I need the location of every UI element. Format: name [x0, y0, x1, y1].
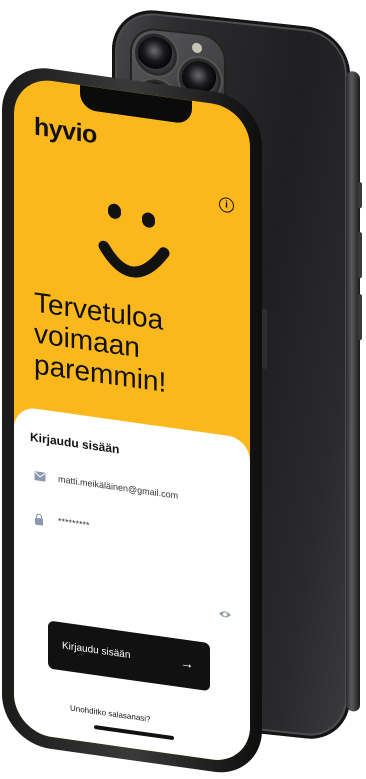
arrow-right-icon: →	[180, 654, 194, 672]
phone-screen: hyvio i Tervetuloa voimaan paremmin! Kir…	[14, 75, 250, 765]
camera-lens	[138, 34, 174, 75]
side-power-button	[262, 308, 267, 370]
password-field[interactable]: *********	[58, 516, 90, 530]
login-button[interactable]: Kirjaudu sisään →	[48, 620, 210, 692]
rear-action-button	[358, 181, 362, 209]
rear-phone-edge	[346, 70, 360, 713]
rear-volume-down-button	[358, 293, 362, 341]
rear-volume-up-button	[358, 231, 362, 279]
camera-flash	[192, 42, 202, 54]
info-icon[interactable]: i	[219, 196, 234, 214]
email-field[interactable]: matti.meikäläinen@gmail.com	[58, 474, 178, 501]
forgot-password-link[interactable]: Unohditko salasanasi?	[70, 704, 151, 724]
login-title: Kirjaudu sisään	[30, 429, 120, 457]
welcome-headline: Tervetuloa voimaan paremmin!	[34, 286, 244, 409]
login-button-label: Kirjaudu sisään	[62, 640, 131, 662]
front-phone: hyvio i Tervetuloa voimaan paremmin! Kir…	[2, 62, 267, 779]
lock-icon	[35, 513, 43, 526]
home-indicator	[94, 724, 174, 741]
notch	[80, 84, 192, 125]
mail-icon	[34, 471, 46, 482]
login-card: Kirjaudu sisään matti.meikäläinen@gmail.…	[14, 405, 250, 765]
eye-icon[interactable]	[218, 608, 232, 620]
phone-mockup-scene: hyvio i Tervetuloa voimaan paremmin! Kir…	[0, 0, 366, 779]
app-logo: hyvio	[34, 112, 97, 150]
